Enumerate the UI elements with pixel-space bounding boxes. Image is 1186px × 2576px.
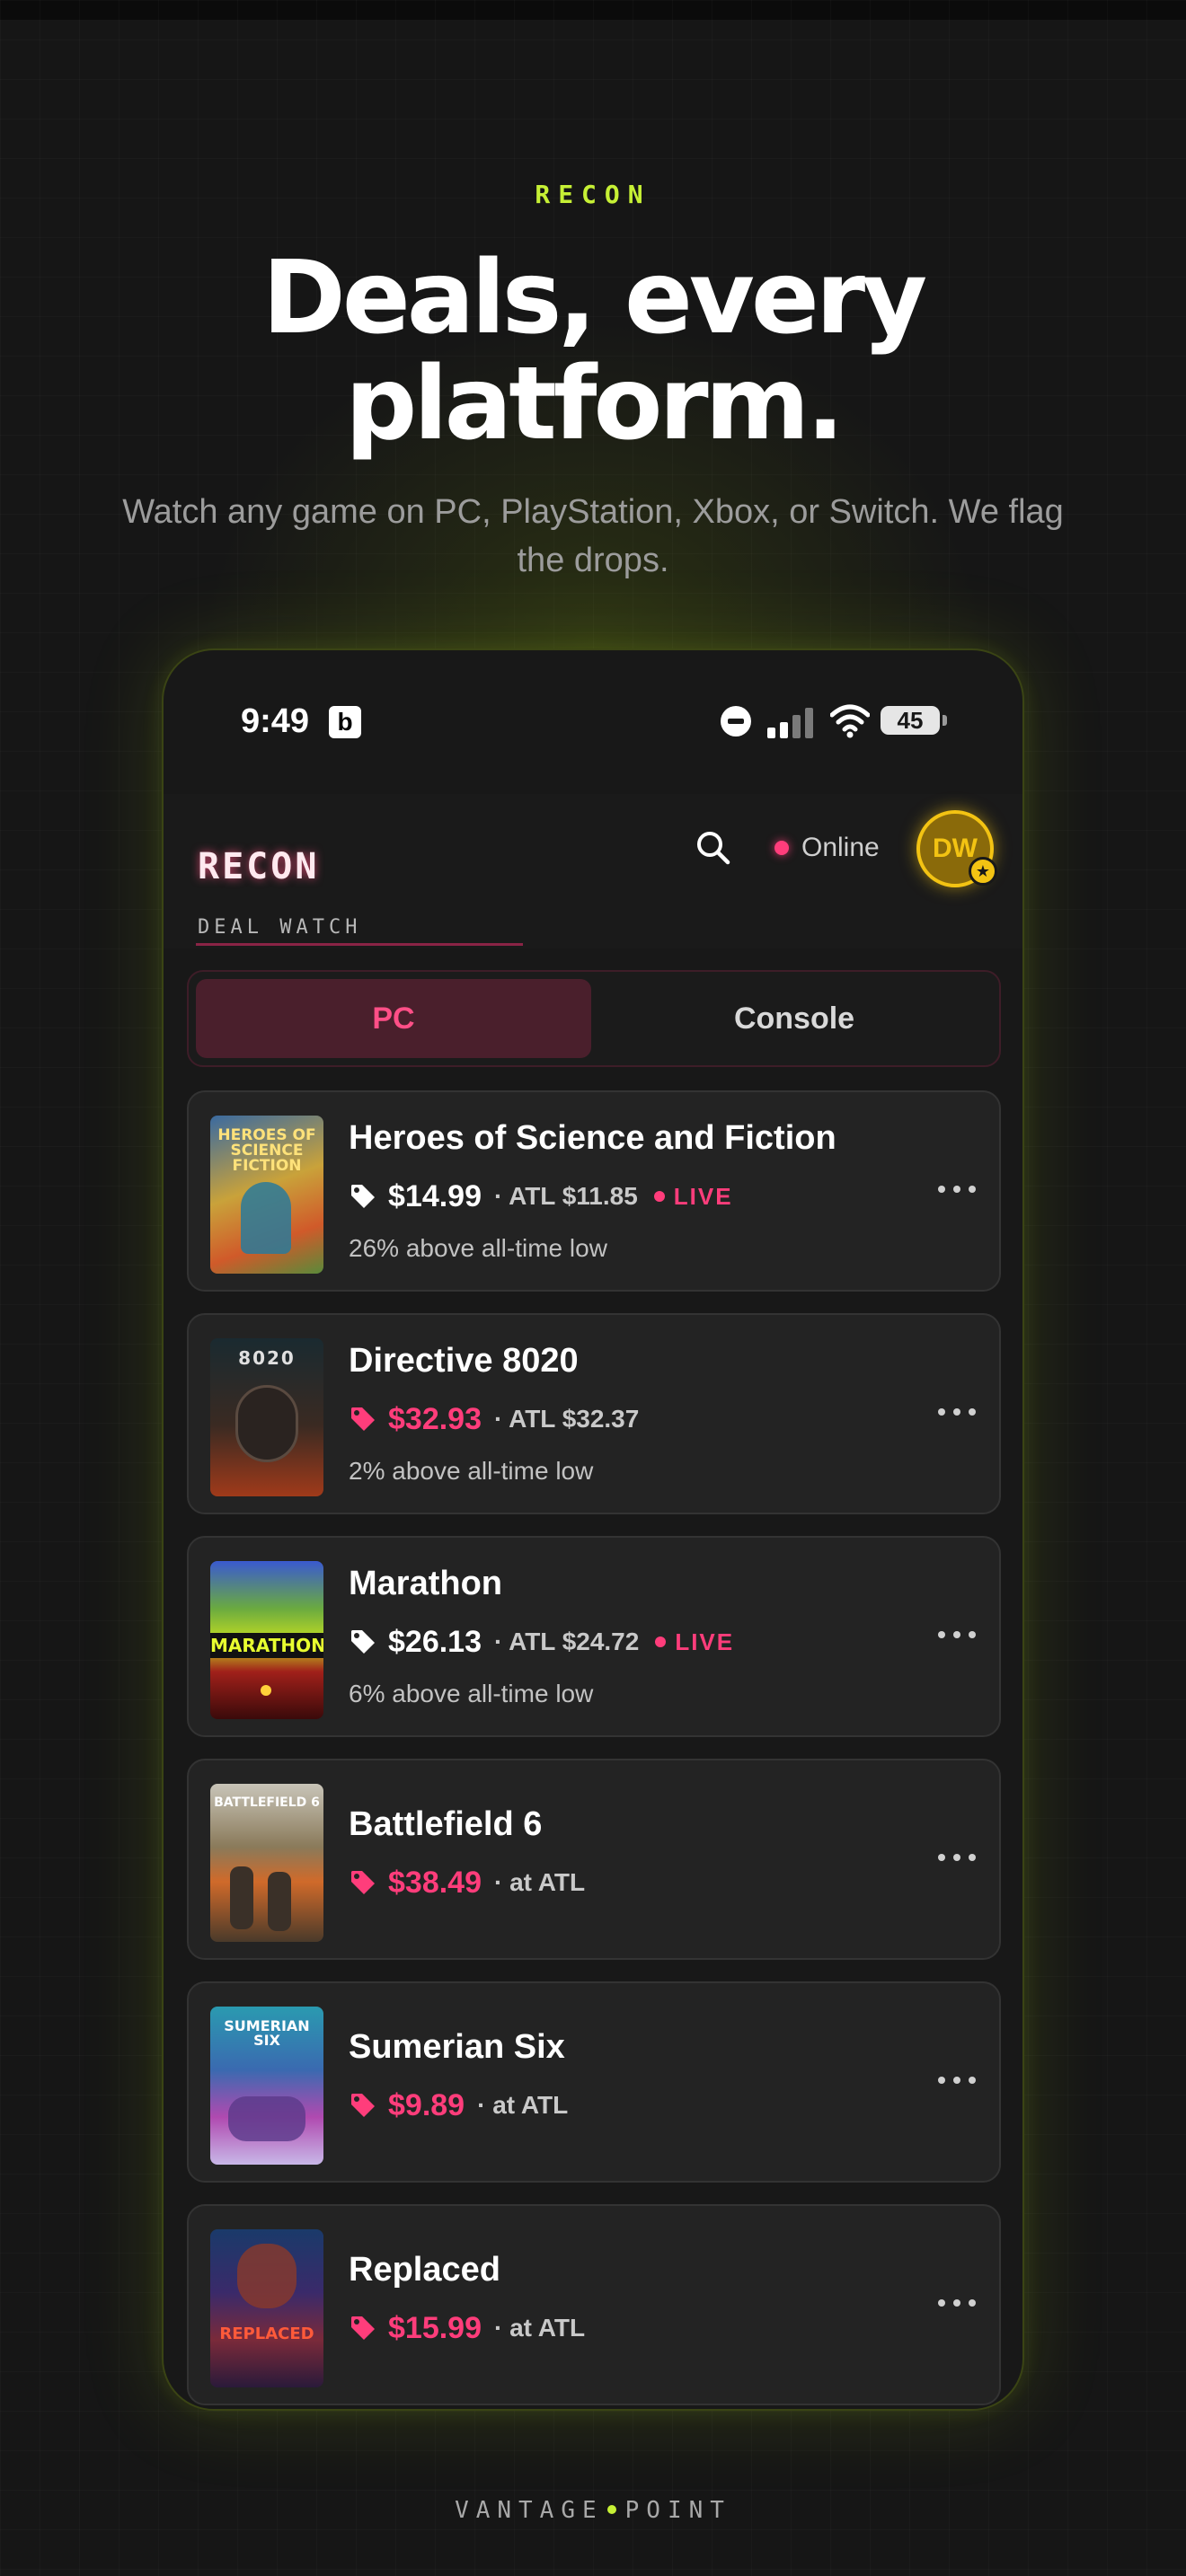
price-tag-icon [351,1185,375,1208]
live-dot-icon [653,1191,665,1202]
price-tag-icon [351,1407,375,1431]
search-icon[interactable] [692,826,735,869]
live-label: LIVE [675,1628,735,1655]
header-underline [196,943,523,946]
price-tag-icon [351,2316,375,2340]
game-cover-image: HEROES OF SCIENCE FICTION [210,1116,323,1274]
game-cover-image: SUMERIAN SIX [210,2007,323,2165]
game-cover-image: REPLACED [210,2229,323,2387]
platform-segmented-control: PC Console [187,970,1001,1067]
app-notification-icon: b [329,706,361,738]
status-bar: 9:49 b 45 [164,650,1022,794]
footer-dot-icon [606,2504,616,2514]
price-row: $38.49 · at ATL [349,1863,585,1902]
game-card[interactable]: BATTLEFIELD 6 Battlefield 6 $38.49 · at … [187,1759,1001,1960]
game-cover-image: BATTLEFIELD 6 [210,1784,323,1942]
game-title: Sumerian Six [349,2028,565,2066]
game-title: Marathon [349,1565,502,1602]
price-row: $9.89 · at ATL [349,2086,568,2125]
hero-headline: Deals, every platform. [0,245,1186,457]
atl-price: · at ATL [477,2091,569,2119]
live-badge: LIVE [653,1182,733,1211]
more-options-button[interactable] [938,1401,976,1423]
game-card[interactable]: SUMERIAN SIX Sumerian Six $9.89 · at ATL [187,1981,1001,2183]
price-row: $14.99 · ATL $11.85 LIVE [349,1177,733,1216]
game-cover-image: MARATHON [210,1561,323,1719]
phone-frame: 9:49 b 45 RECON DEAL WATCH Online DW ★ P… [162,648,1024,2411]
more-options-button[interactable] [938,1178,976,1200]
game-title: Directive 8020 [349,1342,579,1380]
current-price: $38.49 [388,1865,482,1900]
atl-price: · at ATL [494,1868,586,1896]
footer-left-word: VANTAGE [455,2497,604,2524]
price-row: $26.13 · ATL $24.72 LIVE [349,1622,734,1662]
game-card[interactable]: REPLACED Replaced $15.99 · at ATL [187,2204,1001,2405]
game-cover-image: 8020 [210,1338,323,1496]
price-tag-icon [351,2094,375,2117]
avatar-badge-icon: ★ [969,857,997,886]
headline-line-1: Deals, every [261,240,927,357]
more-options-button[interactable] [938,2292,976,2314]
live-label: LIVE [673,1182,733,1210]
hero-subhead: Watch any game on PC, PlayStation, Xbox,… [122,493,1064,579]
price-row: $15.99 · at ATL [349,2308,585,2348]
live-dot-icon [655,1636,667,1647]
game-title: Heroes of Science and Fiction [349,1119,836,1157]
game-card[interactable]: 8020 Directive 8020 $32.93 · ATL $32.37 … [187,1313,1001,1514]
current-price: $26.13 [388,1624,482,1659]
price-tag-icon [351,1630,375,1654]
atl-note: 6% above all-time low [349,1680,594,1707]
app-logo: RECON [198,846,320,887]
atl-price: · ATL $24.72 [494,1628,640,1655]
wifi-icon [830,704,870,738]
hero: RECON Deals, every platform. Watch any g… [0,180,1186,585]
battery-icon: 45 [881,706,947,735]
do-not-disturb-icon [721,706,751,737]
current-price: $9.89 [388,2087,465,2122]
footer-right-word: POINT [624,2497,731,2524]
current-price: $14.99 [388,1178,482,1213]
live-badge: LIVE [655,1628,734,1656]
tab-pc[interactable]: PC [196,979,591,1058]
cellular-signal-icon [767,704,818,738]
online-dot-icon [774,841,789,855]
footer-brand: VANTAGE POINT [0,2497,1186,2524]
price-tag-icon [351,1871,375,1894]
hero-eyebrow: RECON [535,180,651,209]
atl-price: · at ATL [494,2314,586,2342]
game-card[interactable]: MARATHON Marathon $26.13 · ATL $24.72 LI… [187,1536,1001,1737]
status-time: 9:49 [241,702,310,740]
more-options-button[interactable] [938,1847,976,1868]
headline-line-2: platform. [345,346,845,463]
online-label: Online [801,833,880,862]
app-header: RECON DEAL WATCH [164,794,1022,948]
game-title: Battlefield 6 [349,1805,543,1843]
tab-console[interactable]: Console [597,979,992,1058]
current-price: $15.99 [388,2310,482,2345]
more-options-button[interactable] [938,1624,976,1645]
atl-price: · ATL $11.85 [494,1182,638,1210]
game-card[interactable]: HEROES OF SCIENCE FICTION Heroes of Scie… [187,1090,1001,1292]
app-tagline: DEAL WATCH [198,916,362,939]
atl-note: 2% above all-time low [349,1457,594,1485]
game-title: Replaced [349,2251,500,2289]
current-price: $32.93 [388,1401,482,1436]
atl-note: 26% above all-time low [349,1234,607,1262]
price-row: $32.93 · ATL $32.37 [349,1399,639,1439]
atl-price: · ATL $32.37 [494,1405,640,1433]
more-options-button[interactable] [938,2069,976,2091]
online-status: Online [774,828,880,868]
